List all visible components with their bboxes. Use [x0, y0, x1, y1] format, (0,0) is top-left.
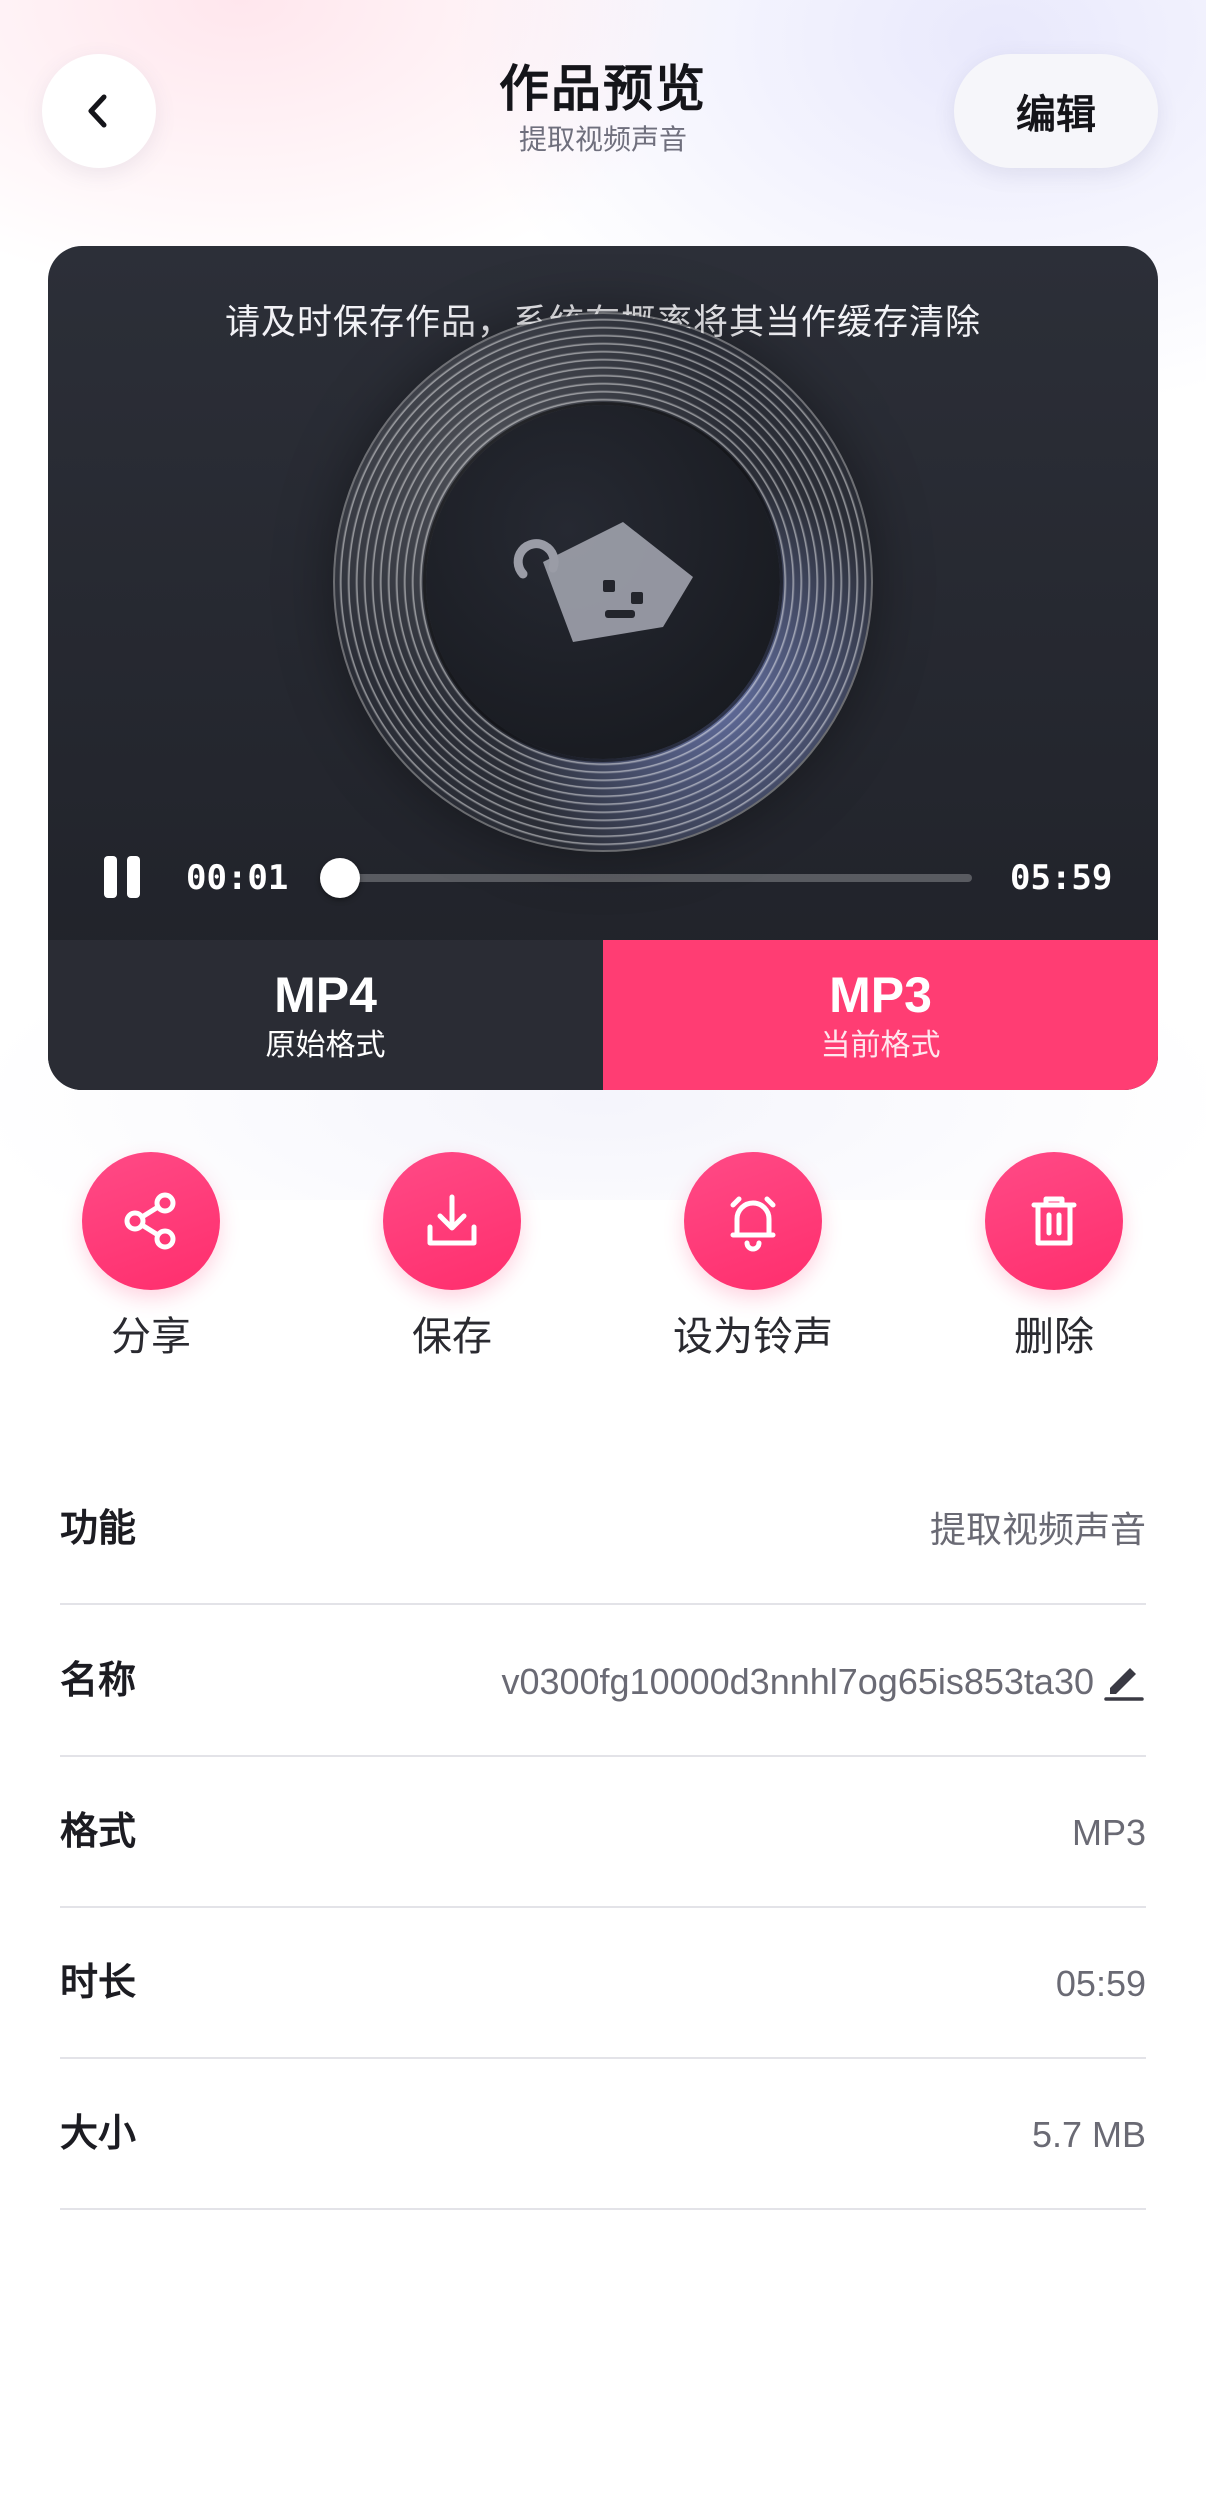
share-icon — [124, 1192, 176, 1250]
format-switcher: MP4 原始格式 MP3 当前格式 — [48, 940, 1158, 1090]
total-time: 05:59 — [1010, 858, 1113, 898]
bell-icon — [730, 1196, 776, 1252]
info-row-function: 功能 提取视频声音 — [60, 1454, 1146, 1605]
action-label: 分享 — [111, 1315, 191, 1359]
edit-button[interactable]: 编辑 — [954, 54, 1158, 168]
info-key: 名称 — [60, 1660, 137, 1702]
action-label: 保存 — [412, 1315, 492, 1359]
info-value: 5.7 MB — [1031, 2114, 1146, 2155]
info-value: v0300fg10000d3nnhl7og65is853ta30 — [501, 1661, 1094, 1702]
app-logo-icon — [513, 522, 693, 642]
info-row-duration: 时长 05:59 — [60, 1908, 1146, 2059]
info-key: 格式 — [60, 1811, 137, 1853]
trash-icon — [1031, 1196, 1077, 1246]
info-key: 大小 — [60, 2113, 137, 2155]
info-value: 05:59 — [1055, 1963, 1146, 2004]
delete-action[interactable]: 删除 — [954, 1152, 1154, 1362]
delete-button[interactable] — [985, 1152, 1123, 1290]
info-row-format: 格式 MP3 — [60, 1757, 1146, 1908]
format-option-original[interactable]: MP4 原始格式 — [48, 940, 603, 1090]
current-time: 00:01 — [186, 858, 289, 898]
save-action[interactable]: 保存 — [352, 1152, 552, 1362]
info-key: 时长 — [60, 1962, 137, 2004]
progress-knob[interactable] — [319, 858, 360, 898]
format-name: MP3 — [829, 967, 932, 1023]
save-button[interactable] — [383, 1152, 521, 1290]
share-action[interactable]: 分享 — [51, 1152, 251, 1362]
info-key: 功能 — [60, 1508, 137, 1550]
format-desc: 原始格式 — [265, 1029, 386, 1062]
info-row-name: 名称 v0300fg10000d3nnhl7og65is853ta30 — [60, 1606, 1146, 1757]
info-value: 提取视频声音 — [929, 1509, 1146, 1550]
action-label: 删除 — [1014, 1315, 1094, 1359]
vinyl-disc-artwork — [335, 314, 871, 850]
info-value: MP3 — [1071, 1812, 1146, 1853]
format-name: MP4 — [274, 967, 377, 1023]
set-ringtone-button[interactable] — [684, 1152, 822, 1290]
pause-button[interactable] — [104, 856, 148, 900]
pause-bar — [104, 856, 117, 898]
download-icon — [427, 1194, 477, 1246]
pause-bar — [127, 856, 140, 898]
info-row-size: 大小 5.7 MB — [60, 2059, 1146, 2210]
format-desc: 当前格式 — [820, 1029, 941, 1062]
progress-slider[interactable] — [319, 858, 972, 898]
share-button[interactable] — [82, 1152, 220, 1290]
vinyl-label — [426, 405, 780, 759]
set-ringtone-action[interactable]: 设为铃声 — [653, 1152, 853, 1362]
format-option-current[interactable]: MP3 当前格式 — [603, 940, 1158, 1090]
player-card: 请及时保存作品，系统有概率将其当作缓存清除 00:01 05:59 — [48, 246, 1158, 1090]
edit-name-icon[interactable] — [1102, 1658, 1146, 1702]
action-label: 设为铃声 — [673, 1315, 833, 1359]
